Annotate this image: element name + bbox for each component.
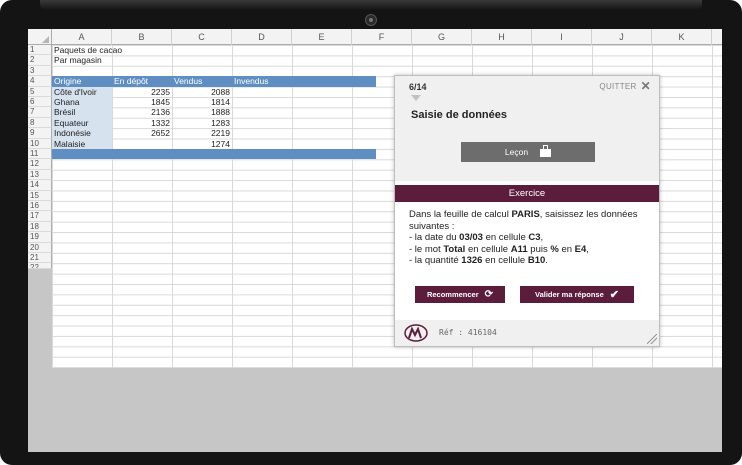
column-header-row: A B C D E F G H I J K [28,29,722,45]
row-header[interactable]: 4 [28,76,52,87]
row-header[interactable]: 18 [28,221,52,233]
table-cell-origin[interactable]: Brésil [52,107,112,117]
tablet-bezel: A B C D E F G H I J K 1 2 3 4 5 6 7 8 9 … [0,0,742,465]
exercise-panel: 6/14 QUITTER ✕ Saisie de données Leçon E… [394,75,660,347]
row-header[interactable]: 12 [28,159,52,170]
cell-a4[interactable]: Origine [52,76,112,86]
row-header[interactable]: 6 [28,97,52,108]
column-header-h[interactable]: H [472,29,532,45]
cell-b4[interactable]: En dépôt [112,76,172,86]
column-header-a[interactable]: A [52,29,112,45]
row-header[interactable]: 5 [28,86,52,97]
select-all-corner[interactable] [28,29,52,45]
table-cell-origin[interactable]: Equateur [52,118,112,128]
table-cell-sold[interactable]: 1814 [172,97,232,107]
table-cell-stock[interactable]: 1332 [112,118,172,128]
row-header[interactable]: 9 [28,128,52,139]
instruction-intro: Dans la feuille de calcul PARIS, saisiss… [409,209,638,232]
row-header[interactable]: 16 [28,201,52,212]
row-header[interactable]: 22 [28,263,52,270]
check-icon: ✔ [609,289,619,301]
instruction-line: - la date du 03/03 en cellule C3, [409,232,544,243]
column-header-f[interactable]: F [352,29,412,45]
table-cell-sold[interactable]: 1274 [172,139,232,149]
table-cell-origin[interactable]: Malaisie [52,139,112,149]
row-header[interactable]: 7 [28,107,52,118]
cell-d4[interactable]: Invendus [232,76,292,86]
row-header[interactable]: 13 [28,169,52,181]
close-icon: ✕ [640,79,651,93]
quit-label: QUITTER [599,81,637,91]
instruction-line: - le mot Total en cellule A11 puis % en … [409,243,589,255]
screen: A B C D E F G H I J K 1 2 3 4 5 6 7 8 9 … [28,29,722,452]
table-cell-origin[interactable]: Indonésie [52,128,112,138]
row-header[interactable]: 3 [28,65,52,77]
panel-title: Saisie de données [411,109,507,121]
table-cell-stock[interactable]: 1845 [112,97,172,107]
panel-footer: Réf : 416104 [395,320,659,346]
column-header-j[interactable]: J [592,29,652,45]
column-header-k[interactable]: K [652,29,712,45]
row-header[interactable]: 19 [28,232,52,243]
table-cell-sold[interactable]: 1283 [172,118,232,128]
panel-header: 6/14 QUITTER ✕ Saisie de données Leçon [395,76,659,181]
column-header-c[interactable]: C [172,29,232,45]
exercise-header: Exercice [395,185,659,202]
total-row-band [52,149,376,160]
camera-icon [365,14,377,26]
briefcase-icon [540,145,552,157]
restart-label: Recommencer [426,290,479,299]
step-pointer [411,95,421,101]
logo-icon [404,324,428,342]
row-header[interactable]: 20 [28,242,52,253]
column-header-d[interactable]: D [232,29,292,45]
column-header-e[interactable]: E [292,29,352,45]
table-cell-stock[interactable]: 2235 [112,87,172,97]
bezel-shine [40,0,702,10]
column-header-i[interactable]: I [532,29,592,45]
row-header[interactable]: 15 [28,190,52,201]
lesson-label: Leçon [504,147,529,157]
table-cell-stock[interactable]: 2652 [112,128,172,138]
exercise-instructions: Dans la feuille de calcul PARIS, saisiss… [409,209,647,267]
table-cell-origin[interactable]: Côte d'Ivoir [52,87,112,97]
restart-button[interactable]: Recommencer ⟳ [415,286,505,303]
row-header[interactable]: 10 [28,138,52,149]
row-header[interactable]: 1 [28,45,52,56]
cell-a1[interactable]: Paquets de cacao [52,45,192,55]
quit-button[interactable]: QUITTER ✕ [599,79,651,93]
row-header[interactable]: 14 [28,180,52,191]
row-header[interactable]: 11 [28,149,52,160]
cell-a2[interactable]: Par magasin [52,55,192,65]
lesson-button[interactable]: Leçon [461,142,595,162]
table-cell-stock[interactable] [112,139,172,149]
cell-c4[interactable]: Vendus [172,76,232,86]
validate-button[interactable]: Valider ma réponse ✔ [520,286,634,303]
row-header[interactable]: 17 [28,211,52,222]
validate-label: Valider ma réponse [534,290,604,299]
table-cell-sold[interactable]: 2219 [172,128,232,138]
refresh-icon: ⟳ [484,289,494,300]
table-cell-stock[interactable]: 2136 [112,107,172,117]
table-cell-origin[interactable]: Ghana [52,97,112,107]
column-header-g[interactable]: G [412,29,472,45]
empty-workspace [28,368,722,452]
step-counter: 6/14 [409,82,427,92]
resize-handle-icon[interactable] [647,334,657,344]
row-header[interactable]: 8 [28,117,52,129]
table-cell-sold[interactable]: 2088 [172,87,232,97]
row-header[interactable]: 2 [28,55,52,66]
row-header[interactable]: 21 [28,253,52,264]
reference-number: Réf : 416104 [439,328,497,337]
instruction-line: - la quantité 1326 en cellule B10. [409,255,548,266]
table-cell-sold[interactable]: 1888 [172,107,232,117]
column-header-b[interactable]: B [112,29,172,45]
